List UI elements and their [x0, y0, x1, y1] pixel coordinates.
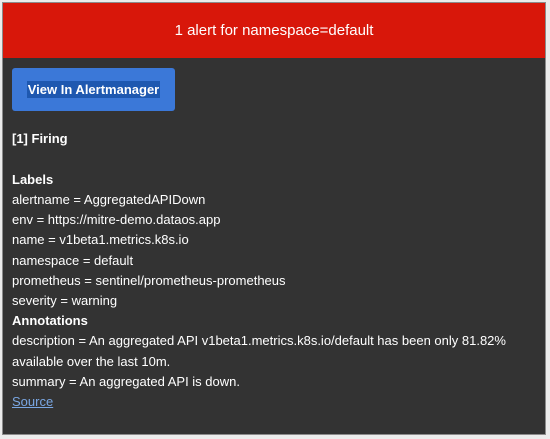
label-prometheus: prometheus = sentinel/prometheus-prometh… [12, 272, 286, 288]
label-severity: severity = warning [12, 293, 118, 309]
view-in-alertmanager-button[interactable]: View In Alertmanager [12, 68, 175, 111]
view-in-alertmanager-label: View In Alertmanager [26, 81, 161, 98]
label-namespace: namespace = default [12, 252, 134, 268]
label-env: env = https://mitre-demo.dataos.app [12, 212, 221, 228]
annotation-summary: summary = An aggregated API is down. [12, 373, 240, 389]
label-name: name = v1beta1.metrics.k8s.io [12, 232, 189, 248]
annotation-description: description = An aggregated API v1beta1.… [12, 333, 506, 369]
alert-header-title: 1 alert for namespace=default [174, 22, 374, 39]
annotations-heading: Annotations [12, 313, 88, 329]
alert-card: 1 alert for namespace=default View In Al… [2, 2, 546, 435]
alert-header: 1 alert for namespace=default [3, 3, 545, 58]
label-alertname: alertname = AggregatedAPIDown [12, 192, 206, 207]
source-link[interactable]: Source [12, 392, 53, 411]
firing-status: [1] Firing [12, 131, 68, 146]
labels-heading: Labels [12, 172, 54, 187]
alert-content: View In Alertmanager [1] Firing Labels a… [3, 58, 545, 411]
